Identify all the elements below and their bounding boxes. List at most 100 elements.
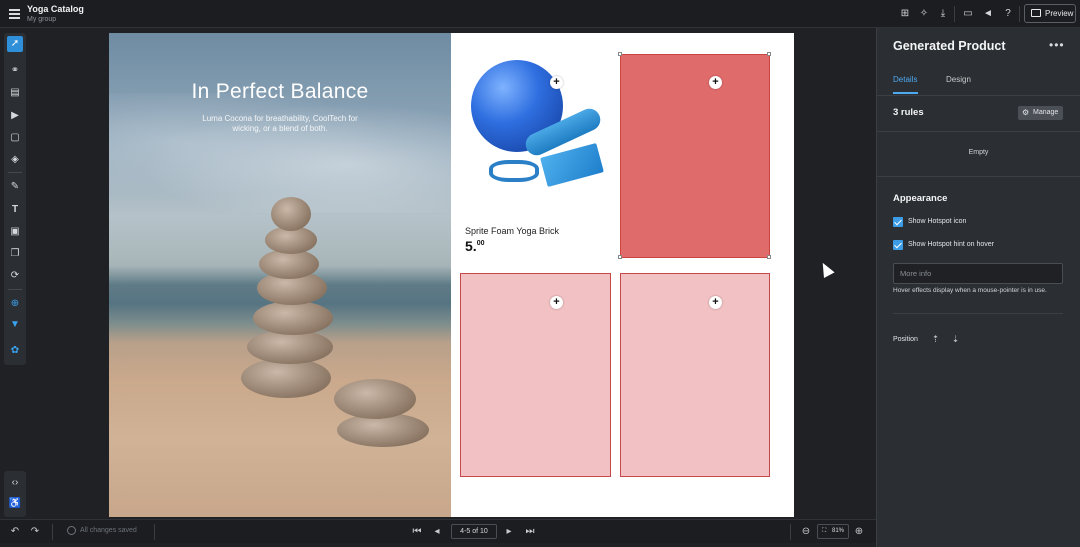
rules-empty-state: Empty (968, 149, 989, 156)
gear-icon: ⚙ (1022, 108, 1030, 117)
toolbar-divider (8, 172, 22, 173)
hero-subtitle: Luma Cocona for breathability, CoolTech … (202, 114, 358, 133)
resize-handle[interactable] (767, 255, 771, 259)
info-widget-icon[interactable]: ▼ (7, 317, 23, 333)
resize-handle[interactable] (618, 52, 622, 56)
panel-divider (893, 313, 1063, 314)
panel-title: Generated Product (893, 39, 1006, 53)
show-hotspot-hint-label: Show Hotspot hint on hover (908, 241, 994, 248)
preview-label: Preview (1045, 9, 1074, 18)
next-page-icon[interactable]: ▸ (502, 525, 516, 539)
app-subtitle: My group (27, 16, 57, 23)
hero-title: In Perfect Balance (191, 80, 369, 103)
zoom-level[interactable]: ⛶ 81% (817, 524, 849, 539)
hero-page (109, 33, 451, 517)
tab-design[interactable]: Design (946, 75, 971, 84)
page-indicator[interactable]: 4-5 of 10 (451, 524, 497, 539)
magic-wand-icon[interactable]: ✧ (918, 8, 930, 20)
zoom-value: 81% (831, 528, 844, 534)
paint-tool-icon[interactable]: ✎ (7, 179, 23, 195)
bottom-divider (790, 524, 791, 540)
zoom-out-icon[interactable]: ⊖ (799, 525, 813, 539)
more-options-icon[interactable]: ••• (1049, 38, 1065, 52)
last-page-icon[interactable]: ⏭ (523, 525, 537, 539)
rules-count: 3 rules (893, 107, 924, 118)
left-toolbar-bottom: ‹› ♿ (4, 471, 26, 517)
hotspot[interactable] (620, 273, 770, 477)
code-icon[interactable]: ‹› (7, 475, 23, 491)
appearance-heading: Appearance (893, 193, 948, 204)
first-page-icon[interactable]: ⏮ (410, 525, 424, 539)
hotspot-add-icon[interactable]: + (709, 76, 722, 89)
show-hotspot-hint-checkbox[interactable] (893, 240, 903, 250)
link-tool-icon[interactable]: ⚭ (7, 63, 23, 79)
resize-handle[interactable] (618, 255, 622, 259)
hotspot-add-icon[interactable]: + (550, 76, 563, 89)
prev-page-icon[interactable]: ◂ (430, 525, 444, 539)
stone (253, 301, 333, 335)
keyboard-icon[interactable]: ▭ (962, 8, 974, 20)
preview-icon (1031, 9, 1041, 17)
show-hotspot-icon-label: Show Hotspot icon (908, 218, 967, 225)
redo-icon[interactable]: ↷ (28, 525, 42, 539)
help-icon[interactable]: ? (1002, 8, 1014, 20)
undo-icon[interactable]: ↶ (8, 525, 22, 539)
panel-divider (877, 95, 1080, 96)
stone (247, 330, 333, 364)
resize-handle[interactable] (767, 52, 771, 56)
page-link-tool-icon[interactable]: ▤ (7, 85, 23, 101)
video-tool-icon[interactable]: ▶ (7, 108, 23, 124)
manage-button[interactable]: ⚙ Manage (1018, 106, 1063, 120)
left-toolbar: ➚ ⚭ ▤ ▶ ▢ ◈ ✎ T ▣ ❐ ⟳ ⊕ ▼ ✿ (4, 33, 26, 365)
product-name: Sprite Foam Yoga Brick (465, 226, 560, 236)
zoom-in-icon[interactable]: ⊕ (852, 525, 866, 539)
accessibility-icon[interactable]: ♿ (7, 496, 23, 512)
select-tool-icon[interactable]: ➚ (7, 36, 23, 52)
toolbar-divider (8, 289, 22, 290)
announcement-icon[interactable]: ◄ (982, 8, 994, 20)
hotspot[interactable] (460, 273, 611, 477)
tag-tool-icon[interactable]: ◈ (7, 152, 23, 168)
more-info-input[interactable] (893, 263, 1063, 284)
position-label: Position (893, 336, 918, 343)
gallery-tool-icon[interactable]: ❐ (7, 246, 23, 262)
top-bar: Yoga Catalog My group ⊞ ✧ ⤓ ▭ ◄ ? Previe… (0, 0, 1080, 28)
download-icon[interactable]: ⤓ (937, 8, 949, 20)
add-widget-icon[interactable]: ⊕ (7, 296, 23, 312)
product-price: 5.00 (465, 238, 485, 254)
sync-tool-icon[interactable]: ⟳ (7, 268, 23, 284)
manage-label: Manage (1033, 109, 1059, 116)
save-status: All changes saved (80, 527, 137, 534)
toolbar-divider (954, 6, 955, 22)
bottom-divider (52, 524, 53, 540)
hotspot-add-icon[interactable]: + (709, 296, 722, 309)
panel-divider (877, 131, 1080, 132)
add-page-icon[interactable]: ⊞ (899, 8, 911, 20)
app-title: Yoga Catalog (27, 4, 84, 14)
hover-hint-text: Hover effects display when a mouse-point… (893, 287, 1047, 294)
toolbar-divider (1019, 6, 1020, 22)
bottom-divider (154, 524, 155, 540)
hotspot-add-icon[interactable]: + (550, 296, 563, 309)
active-tab-indicator (893, 92, 918, 94)
stone (271, 197, 311, 231)
sky-clouds (109, 93, 451, 213)
image-tool-icon[interactable]: ▣ (7, 224, 23, 240)
preview-button[interactable]: Preview (1024, 4, 1076, 23)
bottom-bar: ↶ ↷ All changes saved ⏮ ◂ 4-5 of 10 ▸ ⏭ … (0, 519, 876, 543)
saved-check-icon (67, 526, 76, 535)
menu-icon[interactable] (9, 9, 20, 19)
hotspot-selected[interactable] (620, 54, 770, 258)
align-top-icon[interactable]: ⇡ (930, 334, 941, 345)
panel-divider (877, 176, 1080, 177)
palette-icon[interactable]: ✿ (7, 343, 23, 359)
stone (334, 379, 416, 419)
align-bottom-icon[interactable]: ⇣ (950, 334, 961, 345)
stone (241, 358, 331, 398)
text-tool-icon[interactable]: T (7, 202, 23, 218)
popup-tool-icon[interactable]: ▢ (7, 130, 23, 146)
yoga-strap-image (489, 160, 539, 182)
fit-screen-icon: ⛶ (822, 528, 827, 534)
tab-details[interactable]: Details (893, 75, 917, 84)
show-hotspot-icon-checkbox[interactable] (893, 217, 903, 227)
